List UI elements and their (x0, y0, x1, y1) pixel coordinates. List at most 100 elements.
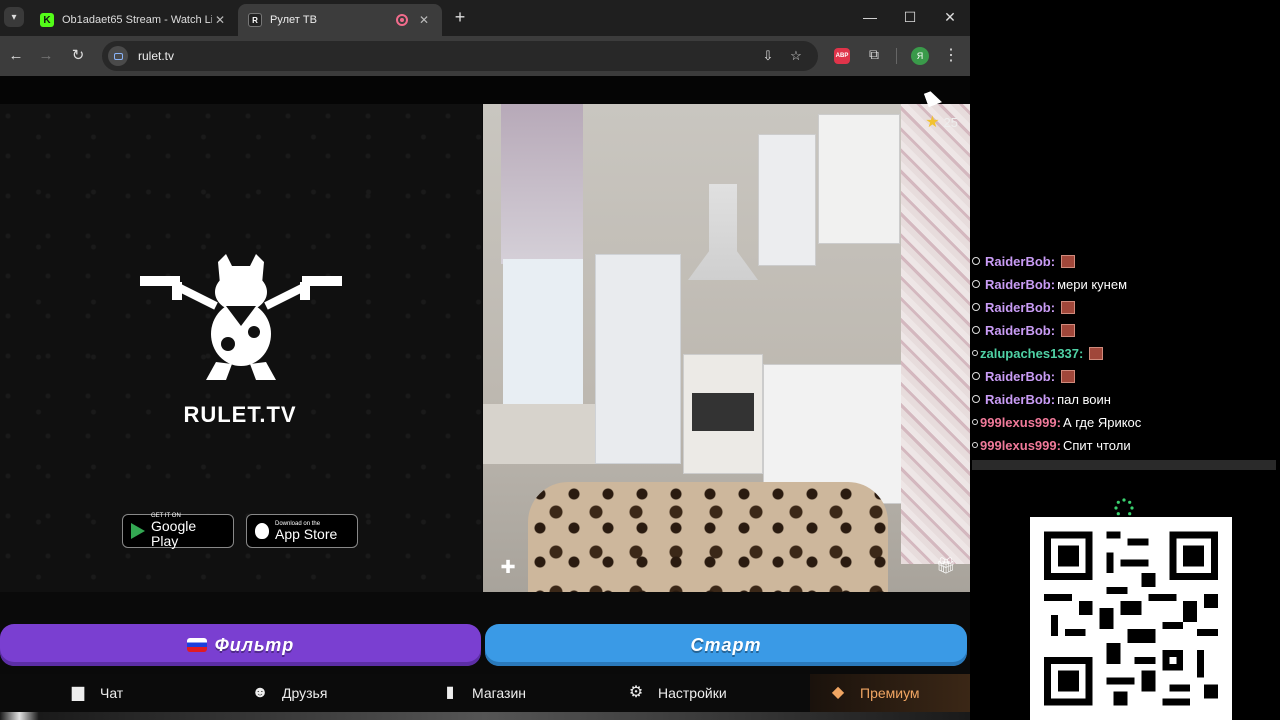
chat-text: А где Ярикос (1062, 414, 1142, 430)
tab-title: Ob1adaet65 Stream - Watch Li (62, 14, 212, 26)
google-play-big-text: Google Play (151, 518, 197, 549)
stream-chat: RaiderBob: RaiderBob: мери кунем RaiderB… (972, 250, 1280, 470)
nav-shop[interactable]: ▮ Магазин (440, 682, 526, 704)
chat-text: мери кунем (1057, 276, 1128, 292)
chat-input-strip (972, 460, 1276, 470)
chat-message: RaiderBob: (972, 250, 1076, 272)
browser-window: ▾ K Ob1adaet65 Stream - Watch Li ✕ R Рул… (0, 0, 970, 720)
qr-code (1030, 517, 1232, 720)
chat-username: RaiderBob: (985, 368, 1056, 384)
chat-message: 999lexus999: Спит чтоли (972, 434, 1131, 456)
recording-icon (396, 14, 408, 26)
reload-button[interactable]: ↻ (66, 44, 90, 68)
chat-bullet-icon (972, 372, 980, 380)
bookmark-star-icon[interactable]: ☆ (788, 48, 804, 64)
chat-message: RaiderBob: (972, 365, 1076, 387)
start-button[interactable]: Старт (485, 624, 967, 666)
gift-icon[interactable]: 🎁︎ (934, 556, 958, 578)
chat-username: RaiderBob: (985, 253, 1056, 269)
gamepad-icon[interactable]: ✚ (497, 556, 519, 578)
tab-search-button[interactable]: ▾ (4, 7, 24, 27)
nav-friends[interactable]: ☻ Друзья (250, 682, 328, 704)
chat-bullet-icon (972, 350, 978, 356)
chat-bullet-icon (972, 442, 978, 448)
nav-label: Магазин (472, 685, 527, 701)
chat-username: zalupaches1337: (980, 345, 1084, 361)
russia-flag-icon (186, 638, 207, 652)
close-tab-icon[interactable]: ✕ (416, 13, 432, 27)
chat-bullet-icon (972, 395, 980, 403)
star-icon: ★ (925, 114, 940, 131)
extensions-icon[interactable]: ⧉ (864, 46, 884, 66)
screen: ▾ K Ob1adaet65 Stream - Watch Li ✕ R Рул… (0, 0, 1280, 720)
nav-label: Друзья (282, 685, 328, 701)
nav-label: Премиум (860, 685, 920, 701)
emote-icon (1061, 323, 1076, 337)
chat-bullet-icon (972, 303, 980, 311)
nav-label: Чат (100, 685, 124, 701)
start-button-label: Старт (690, 634, 762, 655)
chat-username: RaiderBob: (985, 391, 1056, 407)
toolbar-divider (896, 48, 897, 64)
minimize-button[interactable]: — (850, 6, 890, 28)
nav-settings[interactable]: ⚙ Настройки (626, 682, 727, 704)
chat-bullet-icon (972, 257, 980, 265)
page-top-strip (0, 76, 970, 104)
shop-bag-icon: ▮ (445, 684, 455, 701)
tab-kick-stream[interactable]: K Ob1adaet65 Stream - Watch Li ✕ (30, 4, 238, 36)
tab-rulet-tv[interactable]: R Рулет ТВ ✕ (238, 4, 442, 36)
back-button[interactable]: ← (4, 44, 28, 68)
emote-icon (1061, 369, 1076, 383)
maximize-button[interactable]: ☐ (890, 6, 930, 28)
gear-icon: ⚙ (628, 684, 644, 701)
bottom-navigation: ▆ Чат ☻ Друзья ▮ Магазин ⚙ Настройки ◆ П… (0, 674, 970, 712)
brand-panel: RULET.TV GET IT ON Google Play Download … (0, 104, 482, 592)
chat-icon: ▆ (71, 684, 85, 701)
chat-username: 999lexus999: (980, 437, 1061, 453)
nav-chat[interactable]: ▆ Чат (68, 682, 123, 704)
app-store-badge[interactable]: Download on the App Store (246, 514, 358, 548)
browser-toolbar: ← → ↻ rulet.tv ⇩ ☆ ABP ⧉ Я ⋮ (0, 36, 970, 76)
forward-button[interactable]: → (34, 44, 58, 68)
browser-menu-icon[interactable]: ⋮ (942, 46, 960, 66)
adblock-extension-icon[interactable]: ABP (834, 48, 850, 64)
chat-message: 999lexus999: А где Ярикос (972, 411, 1141, 433)
new-tab-button[interactable]: + (450, 7, 470, 27)
close-tab-icon[interactable]: ✕ (212, 13, 228, 27)
emote-icon (1061, 254, 1076, 268)
chat-bullet-icon (972, 326, 980, 334)
profile-avatar[interactable]: Я (911, 47, 929, 65)
premium-tag-icon: ◆ (831, 684, 845, 701)
app-store-big-text: App Store (275, 525, 338, 542)
rating-display: ★ 25 (925, 112, 958, 132)
chat-message: RaiderBob: (972, 319, 1076, 341)
chat-message: RaiderBob: мери кунем (972, 273, 1127, 295)
url-text[interactable]: rulet.tv (138, 49, 174, 63)
chat-message: RaiderBob: (972, 296, 1076, 318)
chat-text: пал воин (1057, 391, 1111, 407)
emote-icon (1061, 300, 1076, 314)
rating-value: 25 (943, 114, 958, 130)
tab-title: Рулет ТВ (270, 14, 317, 26)
brand-name: RULET.TV (183, 402, 297, 427)
cat-with-guns-logo (140, 254, 342, 380)
install-app-icon[interactable]: ⇩ (760, 48, 776, 64)
address-bar[interactable]: rulet.tv ⇩ ☆ (102, 41, 818, 71)
chat-bullet-icon (972, 419, 978, 425)
nav-label: Настройки (658, 685, 727, 701)
google-play-badge[interactable]: GET IT ON Google Play (122, 513, 234, 549)
tab-bar: ▾ K Ob1adaet65 Stream - Watch Li ✕ R Рул… (0, 0, 970, 36)
close-window-button[interactable]: ✕ (930, 6, 970, 28)
filter-button[interactable]: Фильтр (0, 624, 481, 666)
page-bottom-edge (0, 712, 970, 720)
chat-text: Спит чтоли (1062, 437, 1131, 453)
chat-username: RaiderBob: (985, 322, 1056, 338)
chat-username: 999lexus999: (980, 414, 1061, 430)
chat-username: RaiderBob: (985, 276, 1056, 292)
rulet-icon: R (248, 13, 262, 27)
kick-icon: K (40, 13, 54, 27)
chat-message: zalupaches1337: (972, 342, 1104, 364)
site-info-icon[interactable] (108, 46, 128, 66)
emote-icon (1089, 346, 1104, 360)
nav-premium[interactable]: ◆ Премиум (828, 682, 920, 704)
